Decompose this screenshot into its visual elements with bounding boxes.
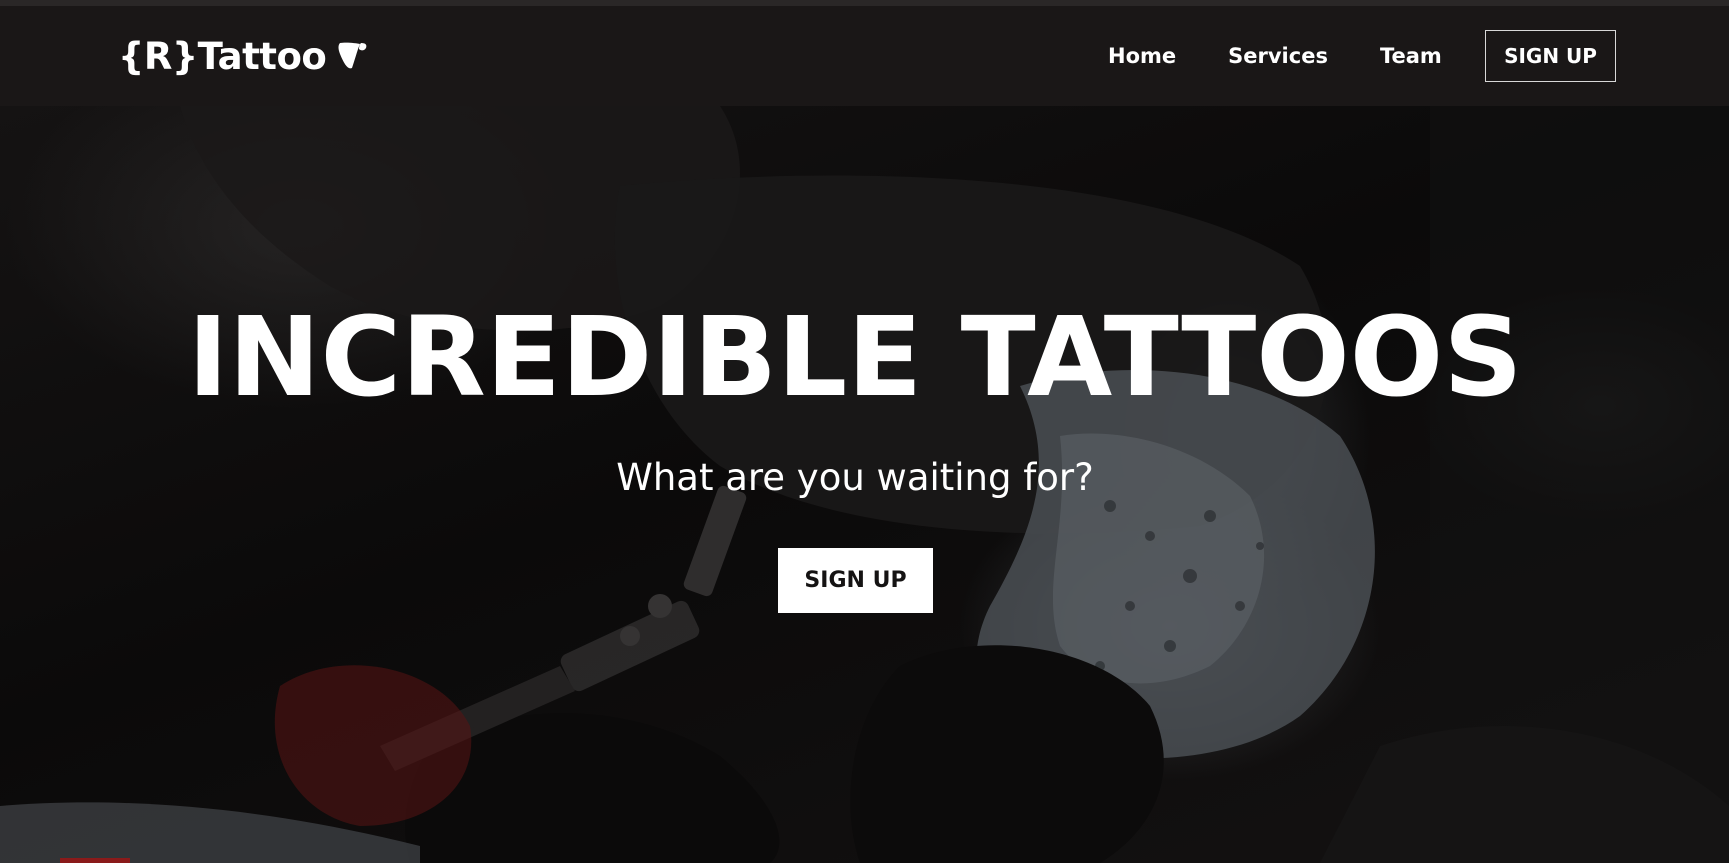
brand-name: {R}Tattoo — [118, 35, 327, 78]
hero-section: INCREDIBLE TATTOOS What are you waiting … — [0, 106, 1729, 863]
hero-title: INCREDIBLE TATTOOS — [187, 293, 1523, 421]
bottom-accent-mark — [60, 858, 130, 863]
main-nav: Home Services Team — [1108, 44, 1494, 68]
nav-team-link[interactable]: Team — [1380, 44, 1442, 68]
hero-subtitle: What are you waiting for? — [616, 456, 1094, 499]
brand-link[interactable]: {R}Tattoo — [118, 35, 368, 78]
hero-signup-button[interactable]: SIGN UP — [778, 548, 933, 613]
nav-home-link[interactable]: Home — [1108, 44, 1176, 68]
typo3-logo-icon — [334, 40, 368, 74]
navbar: {R}Tattoo Home Services Team SIGN UP — [0, 6, 1729, 106]
nav-signup-button[interactable]: SIGN UP — [1485, 30, 1616, 82]
nav-services-link[interactable]: Services — [1228, 44, 1328, 68]
